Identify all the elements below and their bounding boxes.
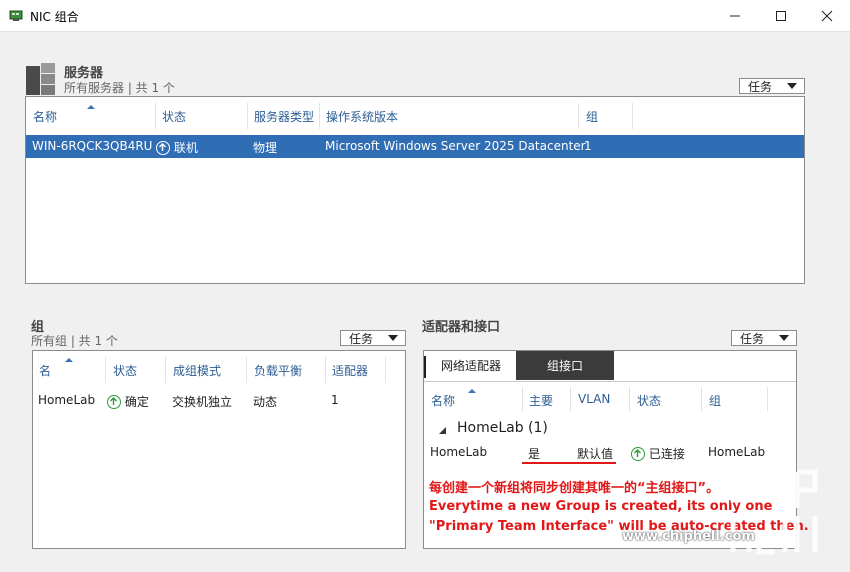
adapters-title: 适配器和接口 (422, 320, 501, 335)
online-arrow-up-icon (156, 141, 170, 155)
team-status: 确定 (107, 393, 149, 410)
interface-primary: 是 (528, 447, 541, 461)
column-divider[interactable] (247, 103, 248, 129)
servers-subtitle: 所有服务器 | 共 1 个 (64, 81, 175, 95)
server-type: 物理 (253, 141, 278, 155)
col-header-vlan[interactable]: VLAN (578, 392, 610, 406)
interface-status: 已连接 (631, 445, 685, 462)
task-label: 任务 (748, 79, 773, 94)
chevron-down-icon (787, 83, 797, 89)
col-header-os-version[interactable]: 操作系统版本 (326, 108, 398, 125)
watermark-url: www.chiphell.com (622, 529, 755, 544)
interface-name: HomeLab (430, 445, 488, 459)
close-button[interactable] (804, 0, 850, 31)
teams-task-button[interactable]: 任务 (340, 330, 406, 346)
col-header-interface-name[interactable]: 名称 (431, 392, 455, 409)
chiphell-logo-watermark (727, 460, 839, 560)
group-collapse-icon[interactable] (438, 424, 447, 438)
column-divider[interactable] (325, 357, 326, 383)
annotation-line-2: Everytime a new Group is created, its on… (429, 499, 773, 514)
maximize-button[interactable] (758, 0, 804, 31)
teams-list[interactable]: 名 状态 成组模式 负载平衡 适配器 HomeLab 确定 交换机独立 动态 1 (32, 350, 406, 549)
annotation-line-1: 每创建一个新组将同步创建其唯一的“主组接口”。 (429, 481, 720, 496)
task-label: 任务 (349, 331, 374, 346)
column-divider[interactable] (570, 387, 571, 411)
column-divider[interactable] (385, 357, 386, 383)
column-divider[interactable] (155, 103, 156, 129)
col-header-server-type[interactable]: 服务器类型 (254, 108, 314, 125)
interface-team: HomeLab (708, 445, 766, 459)
teams-subtitle: 所有组 | 共 1 个 (31, 334, 118, 348)
col-header-status[interactable]: 状态 (162, 108, 186, 125)
maximize-icon (776, 10, 786, 21)
group-header[interactable]: HomeLab (1) (457, 420, 548, 436)
col-header-primary[interactable]: 主要 (529, 392, 553, 409)
team-adapters: 1 (331, 393, 339, 407)
adapters-tabs: 网络适配器 组接口 (424, 351, 796, 382)
task-label: 任务 (740, 331, 765, 346)
col-header-interface-status[interactable]: 状态 (637, 392, 661, 409)
column-divider[interactable] (522, 387, 523, 411)
col-header-groups[interactable]: 组 (586, 108, 598, 125)
column-divider[interactable] (165, 357, 166, 383)
column-divider[interactable] (105, 357, 106, 383)
column-divider[interactable] (701, 387, 702, 411)
column-divider[interactable] (319, 103, 320, 129)
sort-ascending-icon (468, 389, 476, 393)
col-header-team-status[interactable]: 状态 (113, 362, 137, 379)
column-divider[interactable] (632, 103, 633, 129)
team-lb: 动态 (253, 395, 278, 409)
connected-arrow-up-icon (631, 447, 645, 461)
minimize-icon (730, 15, 740, 16)
tab-team-interfaces[interactable]: 组接口 (516, 351, 614, 380)
column-divider[interactable] (246, 357, 247, 383)
window-title: NIC 组合 (30, 10, 79, 24)
col-header-name[interactable]: 名称 (33, 108, 57, 125)
column-divider[interactable] (767, 387, 768, 411)
nic-teaming-app-icon (9, 8, 23, 22)
column-divider[interactable] (578, 103, 579, 129)
minimize-button[interactable] (712, 0, 758, 31)
close-icon (821, 10, 833, 21)
tab-network-adapters[interactable]: 网络适配器 (426, 351, 516, 380)
chevron-down-icon (388, 335, 398, 341)
servers-icon (26, 63, 55, 98)
server-os: Microsoft Windows Server 2025 Datacenter (325, 139, 586, 153)
server-groups: 1 (584, 139, 592, 153)
col-header-adapters[interactable]: 适配器 (332, 362, 368, 379)
title-separator (0, 31, 850, 32)
col-header-teaming-mode[interactable]: 成组模式 (173, 362, 221, 379)
ok-arrow-up-icon (107, 395, 121, 409)
col-header-team-name[interactable]: 名 (39, 362, 51, 379)
col-header-team[interactable]: 组 (709, 392, 721, 409)
servers-list[interactable]: 名称 状态 服务器类型 操作系统版本 组 WIN-6RQCK3QB4RU 联机 … (25, 96, 805, 284)
server-status-label: 联机 (173, 141, 198, 155)
team-name: HomeLab (38, 393, 96, 407)
server-name: WIN-6RQCK3QB4RU (32, 139, 153, 153)
team-mode: 交换机独立 (172, 395, 233, 409)
column-divider[interactable] (629, 387, 630, 411)
team-status-label: 确定 (124, 395, 149, 409)
interface-status-label: 已连接 (648, 447, 685, 461)
server-status: 联机 (156, 139, 198, 156)
servers-task-button[interactable]: 任务 (739, 78, 805, 94)
col-header-load-balancing[interactable]: 负载平衡 (254, 362, 302, 379)
table-row[interactable]: WIN-6RQCK3QB4RU 联机 物理 Microsoft Windows … (26, 135, 804, 158)
chevron-down-icon (779, 335, 789, 341)
interface-vlan: 默认值 (577, 447, 614, 461)
sort-ascending-icon (87, 105, 95, 109)
adapters-task-button[interactable]: 任务 (731, 330, 797, 346)
annotation-underline (522, 462, 616, 464)
sort-ascending-icon (65, 358, 73, 362)
table-row[interactable]: HomeLab 确定 交换机独立 动态 1 (33, 389, 405, 411)
